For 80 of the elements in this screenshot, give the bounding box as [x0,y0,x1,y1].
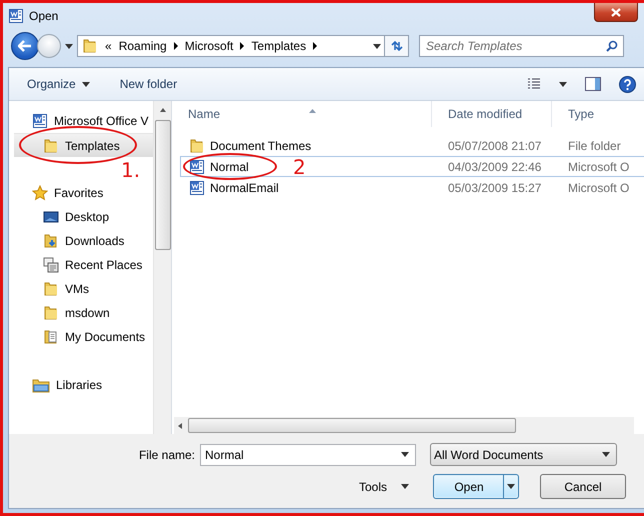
document-icon [189,180,205,196]
horizontal-scrollbar[interactable] [174,417,634,434]
cancel-button[interactable]: Cancel [540,474,626,499]
tools-menu[interactable]: Tools [359,480,419,494]
close-icon [611,8,621,16]
file-name-combobox[interactable]: Normal [200,444,416,466]
dropdown-caret-icon [373,44,381,48]
chevron-icon [174,42,178,50]
search-icon[interactable] [606,40,618,52]
monitor-icon [43,209,59,225]
column-header[interactable]: Date modified [432,101,552,127]
open-button[interactable]: Open [433,474,519,499]
caret-icon [82,82,90,86]
caret-icon [401,452,409,457]
document-icon [32,113,48,129]
navigation-item[interactable]: Desktop [9,205,153,229]
close-button[interactable] [594,3,638,22]
address-overflow[interactable]: « [105,39,112,53]
navigation-item[interactable]: msdown [9,301,153,325]
caret-icon [602,452,610,457]
file-type: File folder [567,138,622,152]
view-caret-icon [559,82,567,86]
folder-icon [43,233,59,249]
folder-icon [43,281,59,297]
folder-icon [43,305,59,321]
folder-icon [43,329,59,345]
vertical-scrollbar[interactable] [153,101,171,434]
back-button[interactable] [11,32,39,60]
address-bar[interactable]: « Roaming Microsoft Templates [77,35,385,57]
annotation-number: 2 [293,157,306,177]
sort-caret-icon [309,109,316,113]
file-type-dropdown[interactable]: All Word Documents [430,443,617,466]
file-row[interactable]: Normal 2 04/03/2009 22:46 Microsoft O [180,156,644,177]
file-row[interactable]: Document Themes 05/07/2008 21:07 File folder [180,135,644,156]
navigation-item[interactable]: Recent Places [9,253,153,277]
help-icon[interactable] [619,76,636,92]
refresh-button[interactable] [385,35,409,57]
file-type: Microsoft O [567,180,630,194]
file-name-label: File name: [138,448,196,462]
folder-icon [32,377,50,393]
file-name: NormalEmail [210,180,279,194]
file-name: Document Themes [210,138,312,152]
file-date: 04/03/2009 22:46 [447,160,542,174]
folder-icon [82,38,98,54]
folder-icon [43,138,59,154]
file-date: 05/07/2008 21:07 [447,138,542,152]
navigation-item[interactable]: Downloads [9,229,153,253]
arrow-left-icon [18,40,32,52]
file-name: Normal [210,160,249,174]
document-icon [8,8,24,24]
history-caret-icon [65,44,73,48]
annotation-number: 1. [121,160,140,180]
file-date: 05/03/2009 15:27 [447,180,542,194]
file-row[interactable]: NormalEmail 05/03/2009 15:27 Microsoft O [180,177,644,198]
preview-pane-icon[interactable] [585,77,601,91]
breadcrumb[interactable]: Templates [251,39,306,53]
view-list-icon[interactable] [527,78,541,90]
chevron-icon [240,42,244,50]
navigation-item[interactable]: Libraries [9,373,153,397]
window-title: Open [29,9,58,23]
split-caret-icon [507,484,515,489]
navigation-item[interactable]: Favorites [9,181,153,205]
navigation-item[interactable]: Templates [14,133,153,157]
new-folder-button[interactable]: New folder [120,77,178,91]
documents-icon [43,257,59,273]
breadcrumb[interactable]: Roaming [118,39,167,53]
chevron-icon [313,42,318,50]
breadcrumb[interactable]: Microsoft [184,39,234,53]
navigation-item[interactable]: My Documents [9,325,153,349]
star-icon [32,185,48,201]
folder-icon [189,138,205,154]
file-type: Microsoft O [567,160,630,174]
document-icon [189,158,205,174]
organize-menu[interactable]: Organize [27,77,90,91]
refresh-icon [390,39,404,53]
navigation-item[interactable]: Microsoft Office V [9,109,153,133]
navigation-item[interactable]: VMs [9,277,153,301]
caret-icon [401,484,410,489]
column-header[interactable]: Type [552,101,644,127]
search-field[interactable]: Search Templates [419,35,624,57]
